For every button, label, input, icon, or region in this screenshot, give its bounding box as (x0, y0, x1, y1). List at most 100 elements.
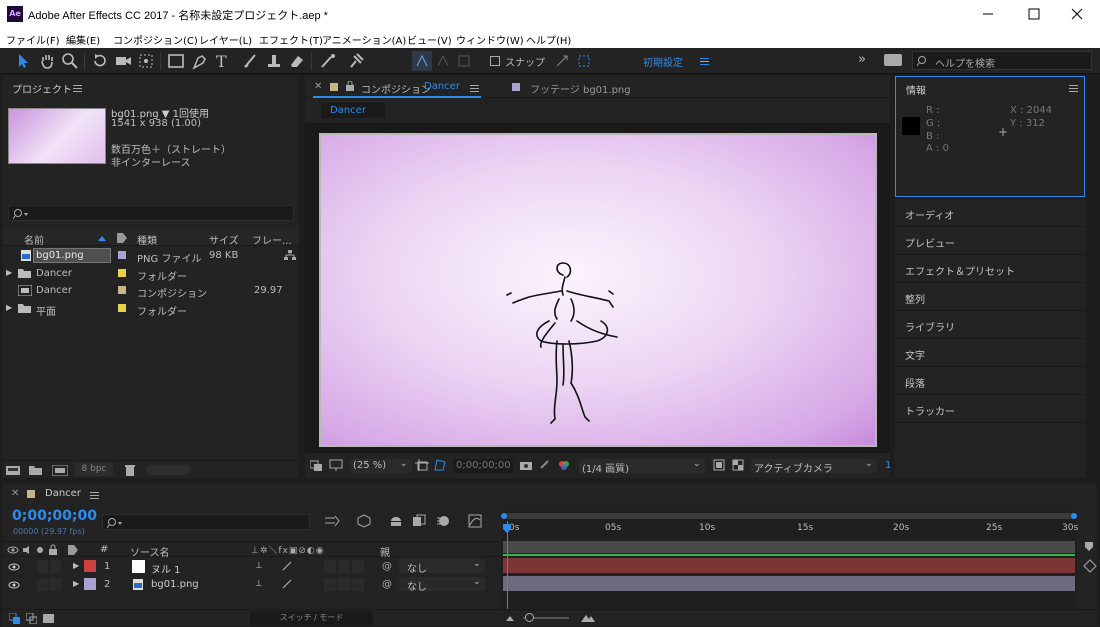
close-tab-icon[interactable]: ✕ (314, 81, 322, 92)
comp-mini-flowchart-icon[interactable] (325, 515, 341, 527)
composition-tab-label[interactable]: コンポジション (361, 81, 431, 96)
menu-file[interactable]: ファイル(F) (6, 32, 60, 47)
audio-panel[interactable]: オーディオ (895, 199, 1085, 227)
close-timeline-tab-icon[interactable]: ✕ (11, 488, 19, 499)
current-time-field[interactable]: 0;00;00;00 (453, 459, 513, 473)
menu-view[interactable]: ビュー(V) (407, 32, 452, 47)
column-name[interactable]: 名前 (24, 232, 44, 247)
color-channels-icon[interactable] (557, 459, 571, 471)
resolution-dropdown[interactable]: (1/4 画質) ⌄ (579, 459, 705, 475)
expand-arrow-icon[interactable]: ▶ (6, 303, 12, 312)
character-panel[interactable]: 文字 (895, 339, 1085, 367)
layer-label-color[interactable] (84, 560, 96, 572)
frame-blending-icon[interactable] (412, 514, 426, 528)
workspace-menu-icon[interactable] (700, 58, 709, 65)
in-out-columns-icon[interactable] (43, 613, 54, 624)
world-axis-icon[interactable] (433, 51, 453, 71)
sort-ascending-icon[interactable] (97, 234, 107, 242)
puppet-pin-tool-icon[interactable] (346, 51, 366, 71)
quality-switch-icon[interactable] (282, 561, 292, 571)
info-panel-title[interactable]: 情報 (906, 82, 926, 97)
video-eye-icon[interactable] (7, 545, 19, 555)
layer-duration-bar[interactable] (503, 558, 1075, 573)
always-preview-icon[interactable] (310, 459, 322, 471)
label-color-swatch[interactable] (118, 269, 126, 277)
close-button[interactable] (1054, 0, 1100, 28)
project-search-input[interactable] (8, 205, 294, 221)
timeline-tab[interactable]: Dancer (45, 488, 81, 499)
visibility-eye-icon[interactable] (8, 580, 20, 590)
lock-toggle[interactable] (50, 560, 61, 573)
pen-tool-icon[interactable] (190, 51, 210, 71)
lock-toggle[interactable] (50, 578, 61, 591)
layer-name[interactable]: ヌル 1 (151, 561, 181, 576)
thumbnail-size-slider[interactable] (146, 465, 191, 475)
composition-tab-name[interactable]: Dancer (424, 81, 460, 92)
navigator-start-handle[interactable] (501, 513, 507, 519)
label-color-swatch[interactable] (118, 304, 126, 312)
menu-help[interactable]: ヘルプ(H) (526, 32, 571, 47)
column-source-name[interactable]: ソース名 (130, 544, 170, 559)
switch-cell[interactable] (352, 560, 364, 573)
solo-toggle[interactable] (37, 578, 48, 591)
paragraph-panel[interactable]: 段落 (895, 367, 1085, 395)
snap-checkbox[interactable] (490, 56, 500, 66)
expand-arrow-icon[interactable]: ▶ (73, 579, 79, 588)
lock-column-icon[interactable] (48, 544, 58, 555)
draft-3d-icon[interactable] (357, 514, 371, 528)
layer-duration-bar[interactable] (503, 576, 1075, 591)
menu-composition[interactable]: コンポジション(C) (113, 32, 198, 47)
label-column-icon[interactable] (67, 544, 79, 556)
project-item-row[interactable]: Dancer コンポジション 29.97 (3, 282, 299, 300)
playhead-icon[interactable] (501, 523, 513, 535)
roto-brush-tool-icon[interactable] (318, 51, 338, 71)
transfer-controls-icon[interactable] (26, 613, 37, 624)
motion-blur-icon[interactable] (436, 514, 450, 528)
composition-panel-menu-icon[interactable] (470, 85, 479, 92)
layer-label-color[interactable] (84, 578, 96, 590)
timeline-graph-area[interactable]: 0s 05s 10s 15s 20s 25s 30s (501, 511, 1078, 611)
layer-name[interactable]: bg01.png (151, 579, 199, 590)
project-item-row[interactable]: bg01.png PNG ファイル 98 KB (3, 247, 299, 265)
bit-depth-button[interactable]: 8 bpc (75, 463, 113, 476)
column-parent[interactable]: 親 (380, 544, 390, 559)
tracker-panel[interactable]: トラッカー (895, 395, 1085, 423)
zoom-slider-thumb[interactable] (525, 613, 534, 622)
parent-dropdown[interactable]: なし ⌄ (399, 559, 485, 575)
monitor-icon[interactable] (329, 459, 343, 471)
quality-switch-icon[interactable] (282, 579, 292, 589)
trash-icon[interactable] (124, 464, 136, 476)
column-type[interactable]: 種類 (137, 232, 157, 247)
eraser-tool-icon[interactable] (287, 51, 307, 71)
show-snapshot-icon[interactable] (539, 459, 551, 471)
rotate-tool-icon[interactable] (90, 51, 110, 71)
local-axis-icon[interactable] (412, 51, 432, 71)
menu-window[interactable]: ウィンドウ(W) (456, 32, 524, 47)
snap-feature-icon[interactable] (574, 51, 594, 71)
magnification-dropdown[interactable]: (25 %) ⌄ (350, 459, 412, 473)
switch-mode-toggle[interactable]: スイッチ / モード (250, 611, 373, 625)
navigator-end-handle[interactable] (1071, 513, 1077, 519)
time-navigator-bar[interactable] (503, 513, 1075, 519)
menu-effect[interactable]: エフェクト(T) (259, 32, 323, 47)
new-composition-icon[interactable] (52, 465, 68, 476)
hand-tool-icon[interactable] (37, 51, 57, 71)
workspace-label[interactable]: 初期設定 (643, 54, 683, 69)
project-panel-menu-icon[interactable] (73, 85, 82, 92)
switch-cell[interactable] (352, 578, 364, 591)
layer-row[interactable]: ▶ 1 ヌル 1 ⊥ @ なし ⌄ (6, 558, 502, 576)
menu-edit[interactable]: 編集(E) (66, 32, 100, 47)
workspace-overflow-icon[interactable]: » (858, 52, 866, 67)
align-panel[interactable]: 整列 (895, 283, 1085, 311)
solo-icon[interactable] (35, 545, 45, 555)
rectangle-tool-icon[interactable] (166, 51, 186, 71)
solo-toggle[interactable] (37, 560, 48, 573)
expand-arrow-icon[interactable]: ▶ (73, 561, 79, 570)
transparency-grid-icon[interactable] (732, 459, 744, 471)
footage-tab[interactable]: フッテージ bg01.png (530, 81, 631, 96)
flowchart-icon[interactable] (284, 250, 296, 261)
switch-cell[interactable] (338, 560, 350, 573)
graph-editor-icon[interactable] (468, 514, 482, 528)
timeline-search-input[interactable] (102, 514, 310, 530)
shy-switch-icon[interactable]: ⊥ (255, 579, 263, 589)
